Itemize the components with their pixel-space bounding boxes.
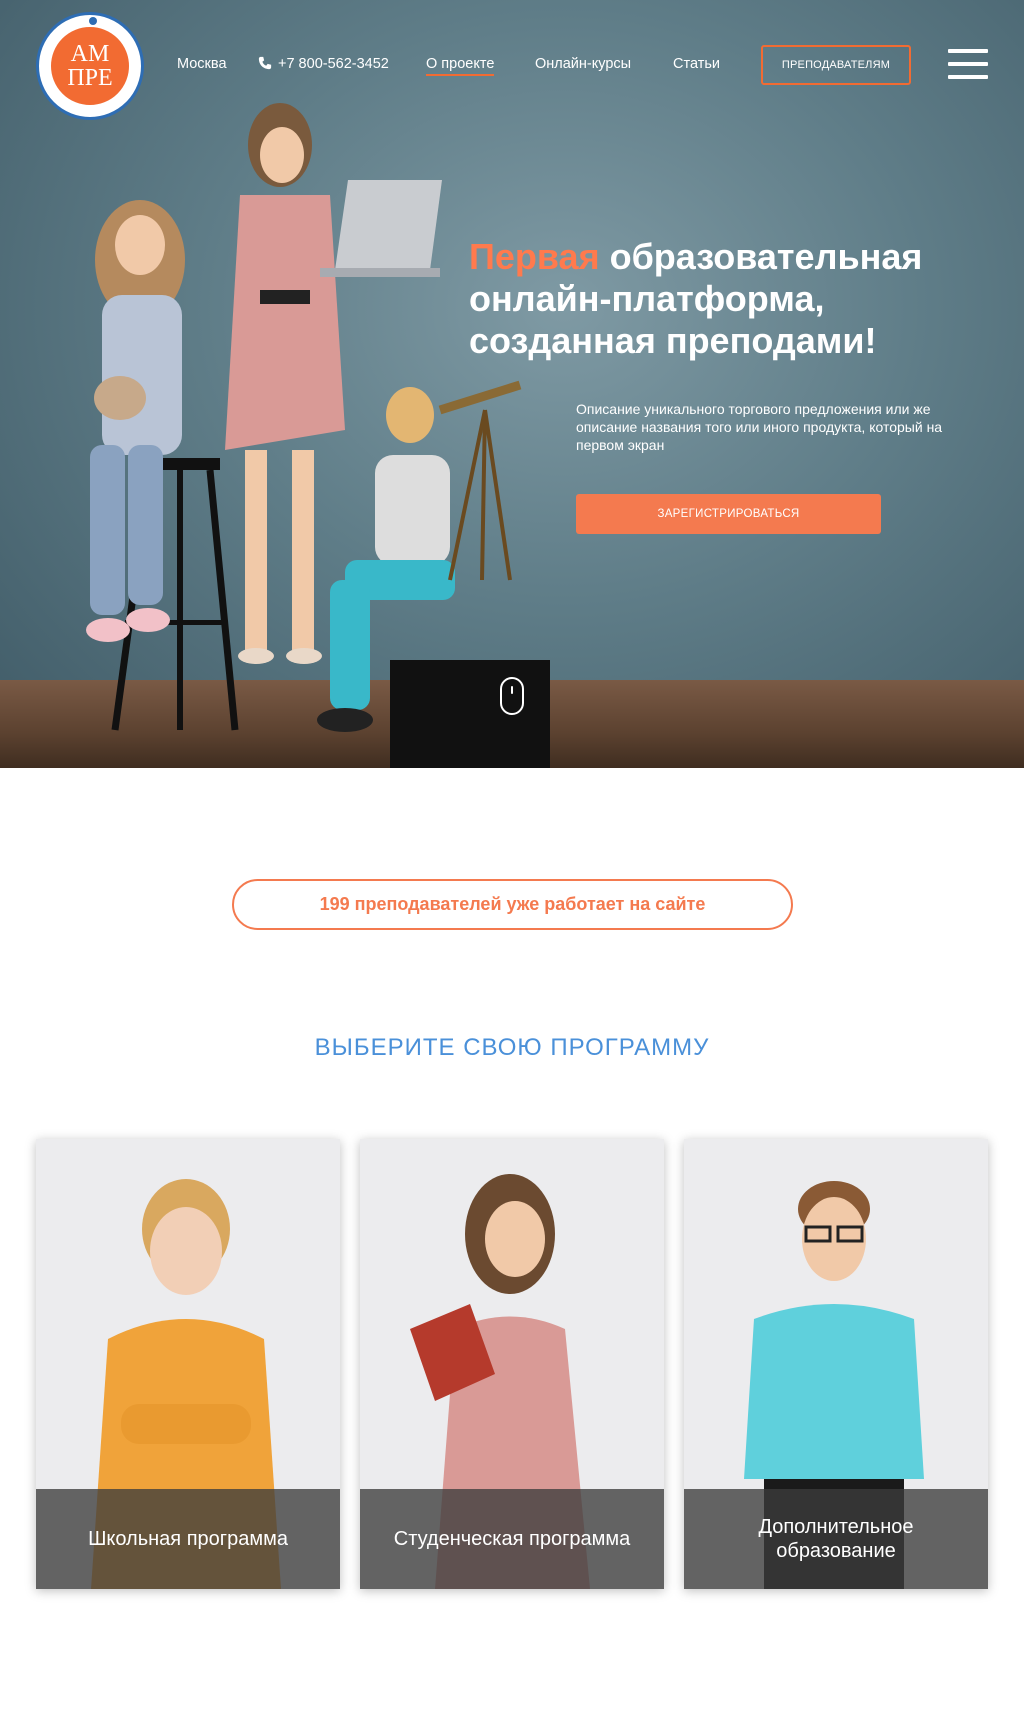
teachers-button[interactable]: ПРЕПОДАВАТЕЛЯМ (761, 45, 911, 85)
program-card-additional[interactable]: Дополнительное образование (684, 1139, 988, 1589)
hero-description: Описание уникального торгового предложен… (576, 401, 943, 453)
nav-online-courses[interactable]: Онлайн-курсы (535, 56, 631, 72)
program-card-student[interactable]: Студенческая программа (360, 1139, 664, 1589)
program-card-label: Студенческая программа (360, 1489, 664, 1589)
logo-text-bottom: ПРЕ (67, 65, 113, 91)
hero-photo (86, 103, 550, 768)
hero-title-accent: Первая (469, 236, 600, 277)
phone-link[interactable]: +7 800-562-3452 (258, 56, 389, 72)
phone-icon (258, 56, 272, 70)
hamburger-icon[interactable] (948, 49, 988, 79)
logo-text-top: АМ (70, 41, 110, 67)
nav-about[interactable]: О проекте (426, 56, 495, 76)
site-logo[interactable]: АМ ПРЕ (36, 12, 144, 120)
programs-title: ВЫБЕРИТЕ СВОЮ ПРОГРАММУ (314, 1034, 710, 1061)
hero-title: Первая образовательная онлайн-платформа,… (469, 236, 1009, 362)
program-card-label: Дополнительное образование (684, 1489, 988, 1589)
phone-number: +7 800-562-3452 (278, 56, 389, 72)
register-button[interactable]: ЗАРЕГИСТРИРОВАТЬСЯ (576, 494, 881, 534)
program-card-label: Школьная программа (36, 1489, 340, 1589)
logo-badge: АМ ПРЕ (48, 24, 132, 108)
mouse-scroll-icon[interactable] (500, 677, 524, 715)
program-card-school[interactable]: Школьная программа (36, 1139, 340, 1589)
nav-articles[interactable]: Статьи (673, 56, 720, 72)
logo-dot-icon (89, 17, 97, 25)
city-link[interactable]: Москва (177, 56, 227, 72)
teachers-counter-badge: 199 преподавателей уже работает на сайте (232, 879, 793, 930)
hero-section: АМ ПРЕ Москва +7 800-562-3452 О проекте … (0, 0, 1024, 768)
